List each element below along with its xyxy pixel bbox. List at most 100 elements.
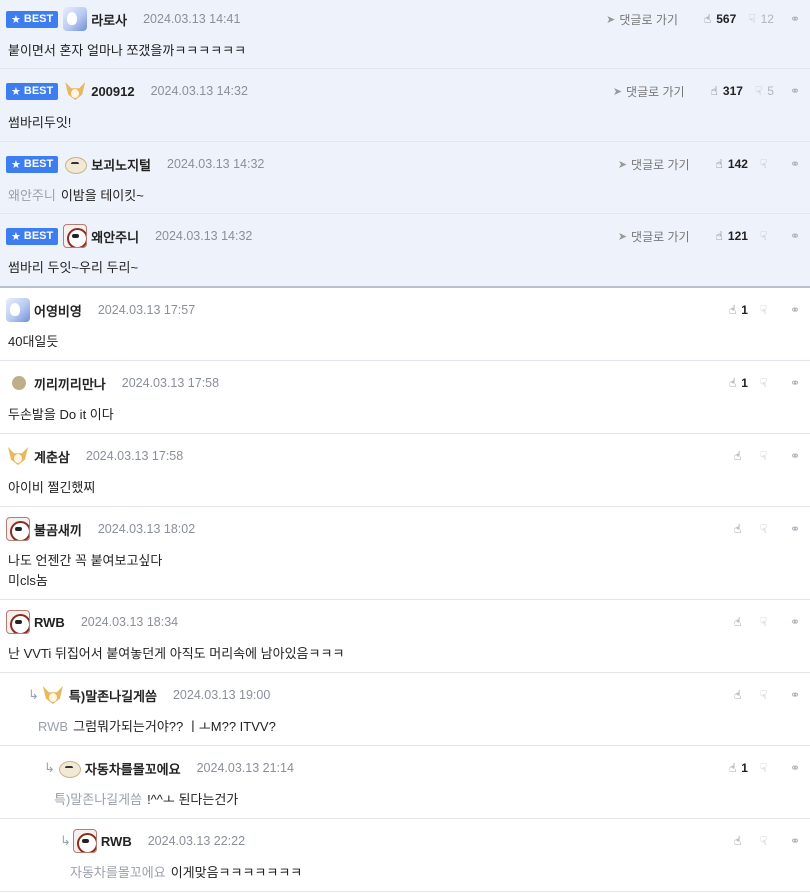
upvote-button[interactable]: ☝ 1 — [729, 761, 748, 775]
link-icon[interactable]: ⚭ — [790, 12, 800, 26]
avatar[interactable] — [12, 376, 26, 390]
link-icon[interactable]: ⚭ — [790, 376, 800, 390]
comment-text: 미cls놈 — [8, 573, 48, 588]
downvote-button[interactable]: ☟ — [760, 303, 774, 317]
author-name[interactable]: 특)말존나길게씀 — [69, 686, 157, 705]
downvote-button[interactable]: ☟ — [760, 376, 774, 390]
comment-text: 아이비 쩔긴했찌 — [8, 480, 96, 495]
reply-target[interactable]: 왜안주니 — [8, 188, 56, 203]
upvote-button[interactable]: ☝ 142 — [716, 157, 748, 171]
link-icon[interactable]: ⚭ — [790, 229, 800, 243]
goto-label: 댓글로 가기 — [626, 84, 685, 99]
comment-actions: ☝ ☟ ⚭ — [722, 443, 800, 469]
thumbs-up-icon: ☝ — [733, 615, 742, 629]
avatar[interactable] — [6, 610, 30, 634]
avatar[interactable] — [63, 224, 88, 248]
link-icon[interactable]: ⚭ — [790, 303, 800, 317]
avatar[interactable] — [57, 756, 81, 780]
comment-header: 계춘삼 2024.03.13 17:58 ☝ ☟ ⚭ — [0, 443, 810, 469]
comment-header: RWB 2024.03.13 18:34 ☝ ☟ ⚭ — [0, 609, 810, 635]
author-name[interactable]: 불곰새끼 — [34, 520, 82, 539]
author-name[interactable]: 계춘삼 — [34, 447, 70, 466]
upvote-count: 567 — [716, 12, 737, 26]
thumbs-down-icon: ☟ — [759, 303, 768, 317]
downvote-button[interactable]: ☟ — [760, 157, 774, 171]
best-badge: ★ BEST — [6, 155, 59, 173]
comment-text-line: 특)말존나길게씀 !^^ㅗ 된다는건가 — [54, 790, 810, 810]
upvote-button[interactable]: ☝ 121 — [716, 229, 748, 243]
comment-date: 2024.03.13 14:41 — [143, 12, 241, 26]
reply-target[interactable]: RWB — [38, 719, 68, 734]
upvote-button[interactable]: ☝ — [734, 522, 748, 536]
thumbs-down-icon: ☟ — [759, 229, 768, 243]
author-name[interactable]: 보괴노지털 — [91, 155, 151, 174]
comment-body: 나도 언젠간 꼭 붙여보고싶다 미cls놈 — [0, 551, 810, 591]
comment-text-line: 두손발을 Do it 이다 — [8, 405, 810, 425]
author-name[interactable]: 라로사 — [91, 10, 127, 29]
downvote-button[interactable]: ☟ 12 — [748, 12, 774, 26]
comment-actions: ☝ 1 ☟ ⚭ — [717, 370, 800, 396]
comment-text: 그럼뭐가되는거야?? ㅣㅗM?? ITVV? — [73, 719, 276, 734]
downvote-button[interactable]: ☟ — [760, 761, 774, 775]
comment-text: !^^ㅗ 된다는건가 — [147, 792, 239, 807]
downvote-button[interactable]: ☟ 5 — [755, 84, 774, 98]
author-name[interactable]: RWB — [34, 615, 65, 630]
goto-comment-link[interactable]: ➤ 댓글로 가기 — [606, 11, 678, 28]
comment-item: ★ BEST 라로사 2024.03.13 14:41 ➤ 댓글로 가기 ☝ 567 ☟ 12 ⚭ 붙… — [0, 0, 810, 69]
author-name[interactable]: 왜안주니 — [91, 227, 139, 246]
link-icon[interactable]: ⚭ — [790, 615, 800, 629]
link-icon[interactable]: ⚭ — [790, 449, 800, 463]
comment-text: 두손발을 Do it 이다 — [8, 407, 114, 422]
downvote-button[interactable]: ☟ — [760, 229, 774, 243]
author-name[interactable]: 어영비영 — [34, 301, 82, 320]
comment-item: ★ BEST 보괴노지털 2024.03.13 14:32 ➤ 댓글로 가기 ☝ 142 ☟ ⚭ 왜… — [0, 142, 810, 214]
best-badge: ★ BEST — [6, 82, 59, 100]
link-icon[interactable]: ⚭ — [790, 157, 800, 171]
goto-comment-link[interactable]: ➤ 댓글로 가기 — [618, 156, 690, 173]
downvote-button[interactable]: ☟ — [760, 615, 774, 629]
avatar[interactable] — [63, 7, 88, 31]
avatar[interactable] — [63, 152, 88, 176]
goto-comment-link[interactable]: ➤ 댓글로 가기 — [613, 83, 685, 100]
comment-date: 2024.03.13 19:00 — [172, 688, 271, 702]
upvote-button[interactable]: ☝ — [734, 615, 748, 629]
link-icon[interactable]: ⚭ — [790, 834, 800, 848]
comment-text: 썸바리 두잇~우리 두리~ — [8, 260, 139, 275]
comment-date: 2024.03.13 14:32 — [167, 157, 265, 171]
author-name[interactable]: RWB — [101, 834, 132, 849]
reply-target[interactable]: 자동차를몰꼬에요 — [70, 865, 166, 880]
link-icon[interactable]: ⚭ — [790, 522, 800, 536]
upvote-button[interactable]: ☝ 317 — [711, 84, 743, 98]
thumbs-down-icon: ☟ — [759, 761, 768, 775]
downvote-button[interactable]: ☟ — [760, 522, 774, 536]
upvote-button[interactable]: ☝ 1 — [729, 376, 748, 390]
comment-header: ↳ 자동차를몰꼬에요 2024.03.13 21:14 ☝ 1 ☟ ⚭ — [0, 755, 810, 781]
goto-comment-link[interactable]: ➤ 댓글로 가기 — [618, 228, 690, 245]
author-name[interactable]: 끼리끼리만나 — [34, 374, 106, 393]
avatar[interactable] — [63, 79, 87, 103]
upvote-button[interactable]: ☝ 567 — [704, 12, 736, 26]
link-icon[interactable]: ⚭ — [790, 84, 800, 98]
avatar[interactable] — [6, 517, 30, 541]
downvote-button[interactable]: ☟ — [760, 449, 774, 463]
downvote-button[interactable]: ☟ — [760, 688, 774, 702]
author-name[interactable]: 200912 — [91, 84, 134, 99]
reply-arrow-icon: ↳ — [28, 687, 39, 702]
comment-date: 2024.03.13 18:02 — [97, 522, 196, 536]
upvote-button[interactable]: ☝ 1 — [729, 303, 748, 317]
avatar[interactable] — [6, 298, 30, 322]
thumbs-down-icon: ☟ — [759, 376, 768, 390]
avatar[interactable] — [6, 444, 30, 468]
upvote-button[interactable]: ☝ — [734, 449, 748, 463]
comment-body: 난 VVTi 뒤집어서 붙여놓던게 아직도 머리속에 남아있음ㅋㅋㅋ — [0, 644, 810, 664]
reply-target[interactable]: 특)말존나길게씀 — [54, 792, 142, 807]
downvote-button[interactable]: ☟ — [760, 834, 774, 848]
author-name[interactable]: 자동차를몰꼬에요 — [85, 759, 181, 778]
link-icon[interactable]: ⚭ — [790, 761, 800, 775]
upvote-button[interactable]: ☝ — [734, 834, 748, 848]
link-icon[interactable]: ⚭ — [790, 688, 800, 702]
comment-body: 붙이면서 혼자 얼마나 쪼갰을까ㅋㅋㅋㅋㅋㅋ — [0, 41, 810, 61]
upvote-button[interactable]: ☝ — [734, 688, 748, 702]
avatar[interactable] — [72, 829, 97, 853]
avatar[interactable] — [41, 683, 65, 707]
